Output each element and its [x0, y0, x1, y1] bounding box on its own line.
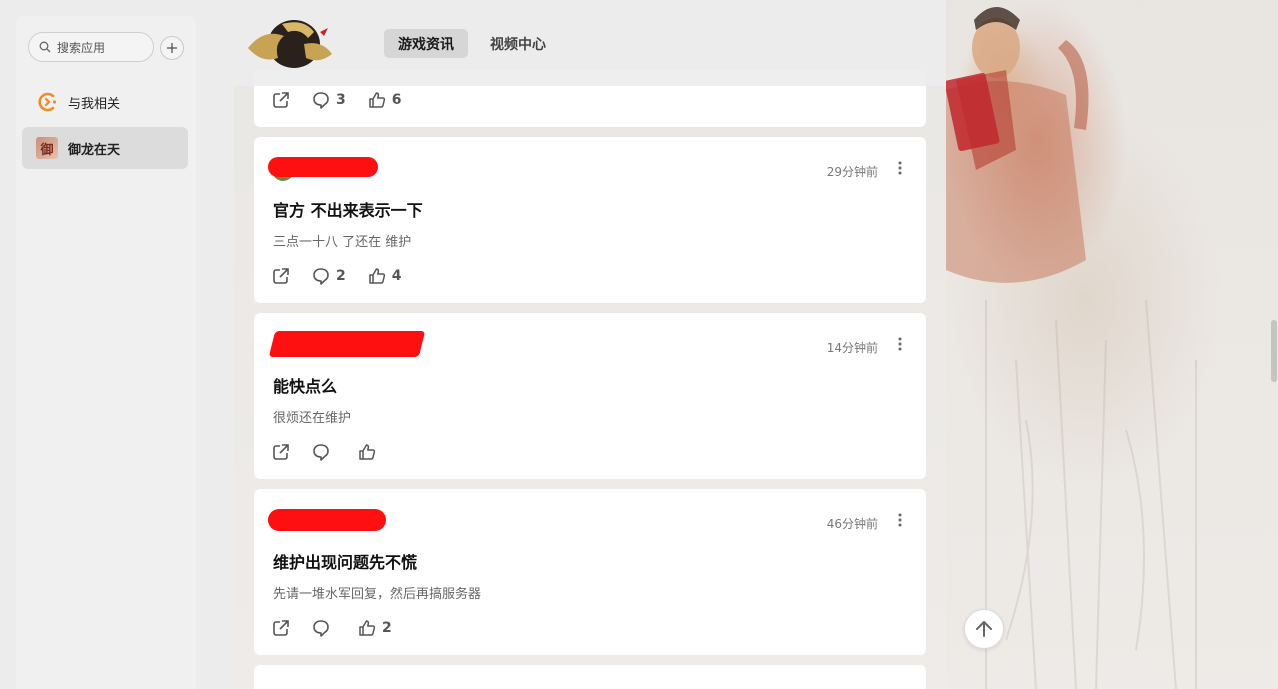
- mention-icon: [38, 92, 57, 112]
- scrollbar[interactable]: [1270, 86, 1278, 689]
- like-count: 2: [382, 620, 392, 636]
- comment-count: 2: [336, 268, 346, 284]
- sidebar-item-label: 御龙在天: [68, 142, 121, 158]
- sidebar-item-yulongzaitian[interactable]: 御 御龙在天: [22, 127, 188, 169]
- redacted-username: [268, 331, 426, 357]
- share-icon: [273, 620, 289, 636]
- like-button[interactable]: 6: [368, 91, 402, 109]
- post-time: 46分钟前: [826, 517, 878, 531]
- search-placeholder: 搜索应用: [57, 40, 106, 55]
- add-app-button[interactable]: [160, 36, 184, 60]
- redacted-username: [268, 157, 378, 177]
- post-actions: [272, 442, 404, 462]
- post-card[interactable]: 46分钟前 维护出现问题先不慌 先请一堆水军回复，然后再搞服务器 2: [254, 489, 926, 655]
- scroll-to-top-button[interactable]: [964, 609, 1004, 649]
- post-time: 14分钟前: [826, 341, 878, 355]
- post-card[interactable]: [254, 665, 926, 689]
- more-options-icon[interactable]: [898, 337, 902, 351]
- post-actions: 3 6: [272, 90, 424, 110]
- share-button[interactable]: [272, 91, 290, 109]
- like-button[interactable]: 2: [358, 619, 392, 637]
- game-character-artwork: [946, 0, 1278, 689]
- tab-label: 游戏资讯: [398, 36, 454, 53]
- thumbs-up-icon: [359, 444, 376, 460]
- top-header: [234, 0, 946, 86]
- search-icon: [39, 41, 51, 53]
- like-count: 4: [391, 268, 402, 284]
- share-button[interactable]: [272, 443, 290, 461]
- sidebar-item-mentions[interactable]: 与我相关: [22, 81, 188, 123]
- more-options-icon[interactable]: [898, 161, 902, 175]
- arrow-up-icon: [976, 621, 992, 637]
- post-time: 29分钟前: [826, 165, 878, 179]
- redacted-username: [268, 509, 386, 531]
- share-button[interactable]: [272, 619, 290, 637]
- comment-button[interactable]: 3: [312, 91, 346, 109]
- game-logo: [248, 20, 332, 68]
- like-button[interactable]: [358, 443, 382, 461]
- post-title: 官方 不出来表示一下: [273, 201, 423, 220]
- comment-button[interactable]: [312, 619, 336, 637]
- comment-icon: [313, 92, 329, 109]
- post-body: 先请一堆水军回复，然后再搞服务器: [273, 587, 482, 602]
- post-actions: 2: [272, 618, 414, 638]
- plus-icon: [167, 43, 177, 53]
- search-input[interactable]: 搜索应用: [28, 32, 154, 62]
- comment-icon: [313, 620, 329, 637]
- tab-label: 视频中心: [490, 36, 546, 53]
- post-title: 维护出现问题先不慌: [273, 553, 418, 572]
- sidebar-item-label: 与我相关: [68, 96, 121, 112]
- app-thumb-glyph: 御: [40, 142, 54, 158]
- share-icon: [273, 92, 289, 108]
- post-actions: 2 4: [272, 266, 424, 286]
- comment-icon: [313, 268, 329, 285]
- scrollbar-thumb[interactable]: [1271, 320, 1277, 382]
- like-count: 6: [391, 92, 402, 108]
- sidebar: 搜索应用 与我相关 御 御龙在天: [16, 16, 196, 689]
- post-card[interactable]: 29分钟前 官方 不出来表示一下 三点一十八 了还在 维护 2 4: [254, 137, 926, 303]
- more-options-icon[interactable]: [898, 513, 902, 527]
- comment-button[interactable]: [312, 443, 336, 461]
- like-button[interactable]: 4: [368, 267, 402, 285]
- comment-count: 3: [336, 92, 346, 108]
- post-title: 能快点么: [273, 377, 338, 396]
- share-icon: [273, 268, 289, 284]
- share-button[interactable]: [272, 267, 290, 285]
- post-body: 三点一十八 了还在 维护: [273, 235, 412, 250]
- tab-game-news[interactable]: 游戏资讯: [384, 29, 468, 58]
- app-thumbnail: 御: [36, 137, 58, 159]
- thumbs-up-icon: [369, 92, 385, 108]
- share-icon: [273, 444, 289, 460]
- post-card[interactable]: 14分钟前 能快点么 很烦还在维护: [254, 313, 926, 479]
- tab-video-center[interactable]: 视频中心: [476, 29, 560, 58]
- thumbs-up-icon: [369, 268, 385, 284]
- comment-icon: [313, 444, 329, 461]
- thumbs-up-icon: [359, 620, 376, 636]
- comment-button[interactable]: 2: [312, 267, 346, 285]
- post-body: 很烦还在维护: [273, 411, 352, 426]
